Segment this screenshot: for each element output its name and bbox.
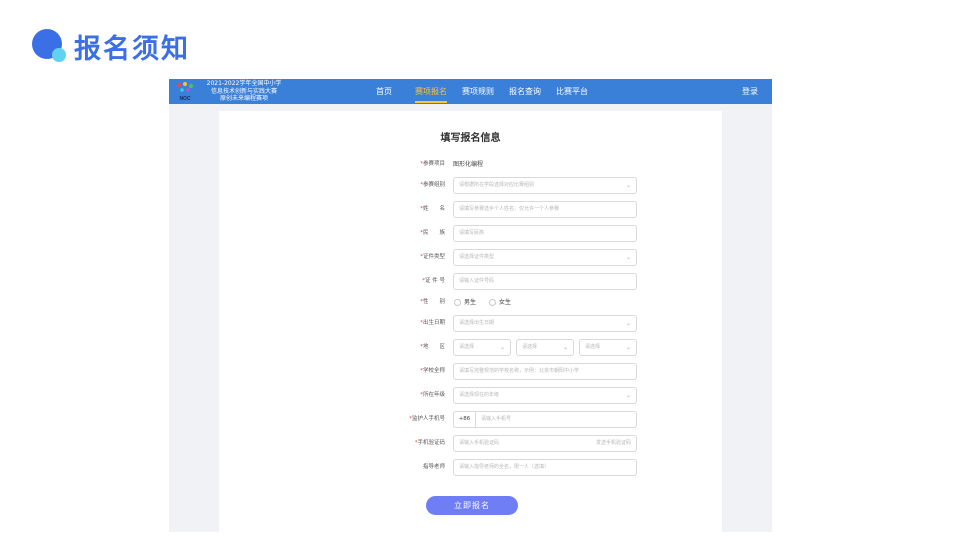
- row-project: *参赛项目 图形化编程: [219, 156, 722, 173]
- slide-title: 报名须知: [74, 33, 190, 65]
- noc-logo-icon: NOC: [176, 82, 194, 102]
- project-value: 图形化编程: [453, 161, 484, 168]
- label-project: *参赛项目: [420, 161, 445, 167]
- nav-platform[interactable]: 比赛平台: [556, 79, 588, 104]
- label-id-number: *证 件 号: [422, 278, 445, 284]
- row-birth: *出生日期 请选择出生日期 ⌄: [219, 315, 722, 332]
- slide: 报名须知 NOC 2021-2022学年全国中小学 信息技术创新与实践大赛 原创…: [0, 0, 960, 540]
- send-sms-button[interactable]: 发送手机验证码: [596, 436, 631, 451]
- radio-female[interactable]: [489, 299, 496, 306]
- id-type-select[interactable]: 请选择证件类型 ⌄: [453, 249, 637, 266]
- label-birth: *出生日期: [420, 320, 445, 326]
- group-select[interactable]: 请根据所在学段选择对应比赛组别 ⌄: [453, 177, 637, 194]
- row-sms-code: *手机验证码 请输入手机验证码 发送手机验证码: [219, 435, 722, 452]
- label-gender: *性 别: [420, 299, 445, 305]
- row-group: *参赛组别 请根据所在学段选择对应比赛组别 ⌄: [219, 177, 722, 194]
- sms-code-input[interactable]: 请输入手机验证码 发送手机验证码: [453, 435, 637, 452]
- row-school: *学校全称 请填写完整规范的学校名称，示例：北京市朝阳中小学: [219, 363, 722, 380]
- label-ethnicity: *民 族: [420, 230, 445, 236]
- label-sms-code: *手机验证码: [414, 440, 445, 446]
- teacher-input[interactable]: 请输入指导老师的全名，限一人（选填）: [453, 459, 637, 476]
- city-select[interactable]: 请选择 ⌄: [516, 339, 574, 356]
- row-teacher: 指导老师 请输入指导老师的全名，限一人（选填）: [219, 459, 722, 476]
- district-select[interactable]: 请选择 ⌄: [579, 339, 637, 356]
- school-input[interactable]: 请填写完整规范的学校名称，示例：北京市朝阳中小学: [453, 363, 637, 380]
- svg-text:NOC: NOC: [179, 96, 191, 102]
- chevron-down-icon: ⌄: [625, 254, 631, 261]
- guardian-phone-input[interactable]: 请输入手机号: [475, 411, 637, 428]
- row-grade: *所在年级 请选择现在的年级 ⌄: [219, 387, 722, 404]
- nav-query[interactable]: 报名查询: [509, 79, 541, 104]
- label-grade: *所在年级: [420, 392, 445, 398]
- row-ethnicity: *民 族 请填写民族: [219, 225, 722, 242]
- chevron-down-icon: ⌄: [625, 320, 631, 327]
- row-guardian-phone: *监护人手机号 +86 请输入手机号: [219, 411, 722, 428]
- id-number-input[interactable]: 请输入证件号码: [453, 273, 637, 290]
- nav-home[interactable]: 首页: [376, 79, 392, 104]
- radio-female-label[interactable]: 女生: [499, 294, 511, 311]
- radio-male[interactable]: [454, 299, 461, 306]
- province-select[interactable]: 请选择 ⌄: [453, 339, 511, 356]
- ethnicity-input[interactable]: 请填写民族: [453, 225, 637, 242]
- form-card: 填写报名信息 *参赛项目 图形化编程 *参赛组别 请根据所在学段选择对应比赛组别…: [219, 111, 722, 532]
- chevron-down-icon: ⌄: [625, 392, 631, 399]
- navbar-site-title: 2021-2022学年全国中小学 信息技术创新与实践大赛 原创未来编程赛项: [206, 80, 282, 102]
- label-name: *姓 名: [420, 206, 445, 212]
- label-id-type: *证件类型: [420, 254, 445, 260]
- row-region: *地 区 请选择 ⌄ 请选择 ⌄ 请选择 ⌄: [219, 339, 722, 356]
- chevron-down-icon: ⌄: [562, 344, 568, 351]
- login-link[interactable]: 登录: [742, 79, 758, 104]
- slide-heading: 报名须知: [30, 26, 190, 66]
- nav-registration[interactable]: 赛项报名: [415, 79, 447, 104]
- submit-button[interactable]: 立即报名: [426, 496, 518, 515]
- nav-rules[interactable]: 赛项规则: [462, 79, 494, 104]
- row-name: *姓 名 请填写参赛选手个人姓名，仅允许一个人参赛: [219, 201, 722, 218]
- chevron-down-icon: ⌄: [499, 344, 505, 351]
- label-group: *参赛组别: [420, 182, 445, 188]
- form-title: 填写报名信息: [440, 133, 501, 144]
- birth-date-picker[interactable]: 请选择出生日期 ⌄: [453, 315, 637, 332]
- grade-select[interactable]: 请选择现在的年级 ⌄: [453, 387, 637, 404]
- row-gender: *性 别 男生 女生: [219, 294, 722, 311]
- row-id-number: *证 件 号 请输入证件号码: [219, 273, 722, 290]
- top-navbar: NOC 2021-2022学年全国中小学 信息技术创新与实践大赛 原创未来编程赛…: [169, 79, 772, 104]
- chevron-down-icon: ⌄: [625, 182, 631, 189]
- label-guardian-phone: *监护人手机号: [409, 416, 445, 422]
- registration-screenshot: NOC 2021-2022学年全国中小学 信息技术创新与实践大赛 原创未来编程赛…: [169, 79, 772, 532]
- name-input[interactable]: 请填写参赛选手个人姓名，仅允许一个人参赛: [453, 201, 637, 218]
- row-id-type: *证件类型 请选择证件类型 ⌄: [219, 249, 722, 266]
- chevron-down-icon: ⌄: [625, 344, 631, 351]
- radio-male-label[interactable]: 男生: [464, 294, 476, 311]
- circles-decoration-icon: [30, 26, 70, 66]
- label-school: *学校全称: [420, 368, 445, 374]
- label-region: *地 区: [420, 344, 445, 350]
- country-code[interactable]: +86: [453, 411, 475, 428]
- label-teacher: 指导老师: [422, 464, 445, 470]
